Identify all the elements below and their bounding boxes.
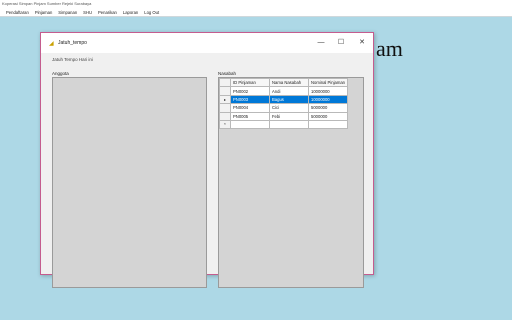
menu-simpanan[interactable]: Simpanan <box>58 10 77 15</box>
dialog-titlebar[interactable]: ◢ Jatuh_tempo — ☐ ✕ <box>41 33 373 53</box>
cell-id-pinjaman[interactable]: PN0004 <box>230 103 270 113</box>
row-header[interactable] <box>219 111 231 121</box>
dialog-title: Jatuh_tempo <box>58 40 87 46</box>
cell-id-pinjaman[interactable]: PN0003 <box>230 94 270 105</box>
cell-nama-nasabah[interactable]: Febi <box>269 111 309 121</box>
cell-nominal-pinjaman[interactable]: 5000000 <box>308 111 348 121</box>
menu-bar: Pendaftaran Pinjaman Simpanan SHU Penari… <box>0 8 512 17</box>
column-header-id-pinjaman[interactable]: ID Pinjaman <box>230 77 270 88</box>
table-row-selected[interactable]: ▸ PN0003 Bagus 10000000 <box>219 94 348 105</box>
menu-pinjaman[interactable]: Pinjaman <box>35 10 52 15</box>
cell-nama-nasabah[interactable]: Bagus <box>269 94 309 105</box>
cell-empty[interactable] <box>269 119 309 130</box>
form-icon: ◢ <box>49 41 54 47</box>
maximize-button[interactable]: ☐ <box>333 37 349 49</box>
dialog-subtitle: Jatuh Tempo Hari ini <box>52 57 93 62</box>
cell-nominal-pinjaman[interactable]: 10000000 <box>308 94 348 105</box>
menu-laporan[interactable]: Laporan <box>123 10 138 15</box>
cell-empty[interactable] <box>230 119 270 130</box>
table-header-row: ID Pinjaman Nama Nasabah Nominal Pinjama… <box>219 77 348 88</box>
cell-id-pinjaman[interactable]: PN0005 <box>230 111 270 121</box>
menu-penarikan[interactable]: Penarikan <box>98 10 117 15</box>
close-button[interactable]: ✕ <box>354 37 370 49</box>
cell-nominal-pinjaman[interactable]: 10000000 <box>308 86 348 96</box>
column-header-nama-nasabah[interactable]: Nama Nasabah <box>269 77 309 88</box>
menu-shu[interactable]: SHU <box>83 10 92 15</box>
background-form-text: am <box>376 36 403 61</box>
row-header-corner[interactable] <box>219 77 231 88</box>
table-row[interactable]: PN0004 Cici 5000000 <box>219 103 348 113</box>
anggota-grid[interactable] <box>52 77 207 288</box>
table-row[interactable]: PN0005 Febi 5000000 <box>219 111 348 121</box>
jatuh-tempo-dialog: ◢ Jatuh_tempo — ☐ ✕ Jatuh Tempo Hari ini… <box>40 32 374 288</box>
menu-log-out[interactable]: Log Out <box>144 10 159 15</box>
table-row[interactable]: PN0002 Andi 10000000 <box>219 86 348 96</box>
cell-nominal-pinjaman[interactable]: 5000000 <box>308 103 348 113</box>
cell-id-pinjaman[interactable]: PN0002 <box>230 86 270 96</box>
minimize-button[interactable]: — <box>313 37 329 49</box>
table-new-row[interactable]: * <box>219 119 348 130</box>
column-header-nominal-pinjaman[interactable]: Nominal Pinjaman <box>308 77 348 88</box>
nasabah-label: Nasabah <box>218 71 237 76</box>
new-row-marker[interactable]: * <box>219 119 231 130</box>
row-header[interactable] <box>219 86 231 96</box>
current-row-marker[interactable]: ▸ <box>219 94 231 105</box>
row-header[interactable] <box>219 103 231 113</box>
app-titlebar: Koperasi Simpan Pinjam Sumber Rejeki Sur… <box>0 0 512 8</box>
anggota-label: Anggota <box>52 71 69 76</box>
cell-nama-nasabah[interactable]: Andi <box>269 86 309 96</box>
menu-pendaftaran[interactable]: Pendaftaran <box>6 10 29 15</box>
app-title: Koperasi Simpan Pinjam Sumber Rejeki Sur… <box>2 1 92 6</box>
nasabah-table: ID Pinjaman Nama Nasabah Nominal Pinjama… <box>219 77 348 130</box>
nasabah-grid[interactable]: ID Pinjaman Nama Nasabah Nominal Pinjama… <box>218 77 364 288</box>
cell-nama-nasabah[interactable]: Cici <box>269 103 309 113</box>
cell-empty[interactable] <box>308 119 348 130</box>
